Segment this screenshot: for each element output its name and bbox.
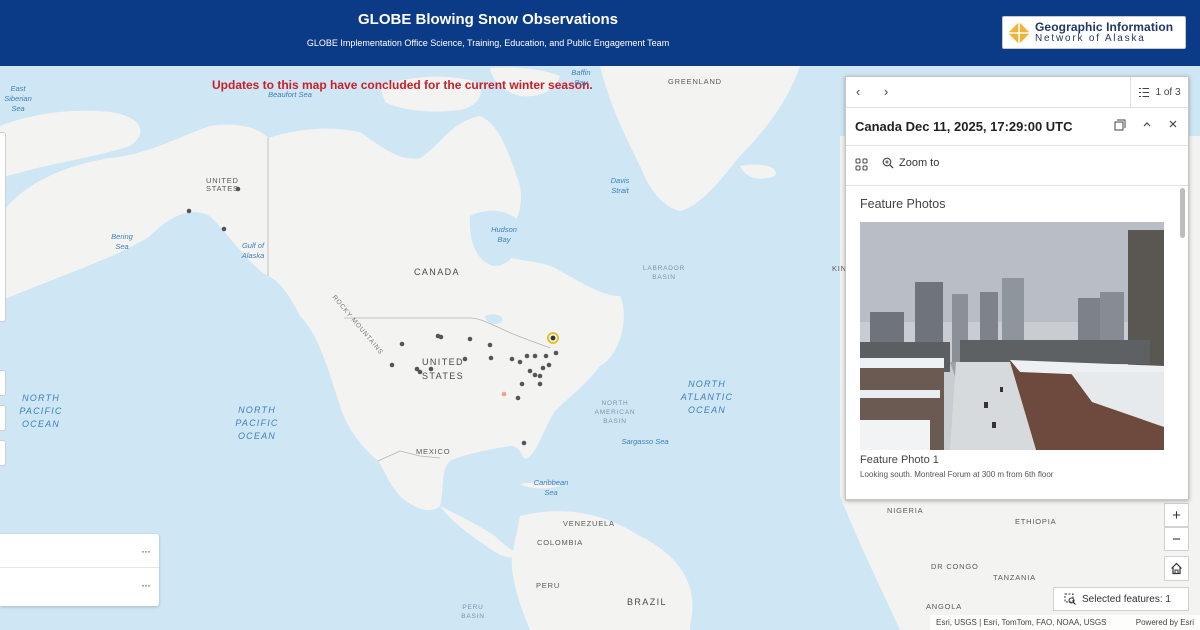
label-davis-strait: Davis Strait <box>610 176 630 195</box>
popup-content: Feature Photos Feature Photo 1 Looking s… <box>846 186 1188 499</box>
left-tool-2[interactable] <box>0 405 6 431</box>
montreal-snow-photo <box>860 222 1164 450</box>
feature-count: 1 of 3 <box>1155 86 1181 98</box>
label-angola: ANGOLA <box>926 602 963 611</box>
feature-photo[interactable] <box>860 222 1164 450</box>
label-north-pacific-ocean-east: NORTH PACIFIC OCEAN <box>235 405 279 441</box>
next-feature-button[interactable]: › <box>884 84 888 99</box>
label-ethiopia: ETHIOPIA <box>1015 517 1057 526</box>
photo-name: Feature Photo 1 <box>860 454 939 466</box>
app-subtitle: GLOBE Implementation Office Science, Tra… <box>306 38 670 48</box>
popup-title: Canada Dec 11, 2025, 17:29:00 UTC <box>855 119 1073 134</box>
left-tool-1[interactable] <box>0 370 6 396</box>
feature-photos-heading: Feature Photos <box>860 197 946 211</box>
feature-popup: ‹ › 1 of 3 Canada Dec 11, 2025, 17:29:00… <box>845 76 1189 500</box>
selected-features-label: Selected features: 1 <box>1082 593 1171 605</box>
logo-line-2: Network of Alaska <box>1035 32 1146 44</box>
label-gulf-of-alaska: Gulf of Alaska <box>241 241 265 260</box>
label-united-states-ak: UNITED STATES <box>206 176 239 193</box>
popup-actions: Zoom to <box>846 146 1188 186</box>
label-caribbean-sea: Caribbean Sea <box>533 478 569 497</box>
select-feature-button[interactable] <box>855 158 868 176</box>
powered-by-esri[interactable]: Powered by Esri <box>1136 618 1194 627</box>
label-colombia: COLOMBIA <box>537 538 583 547</box>
close-icon <box>1169 120 1177 128</box>
label-canada: CANADA <box>414 267 460 277</box>
dock-button[interactable] <box>1114 119 1126 134</box>
label-north-american-basin: NORTH AMERICAN BASIN <box>594 400 636 425</box>
home-icon <box>1171 562 1182 575</box>
zoom-to-button[interactable]: Zoom to <box>882 157 939 169</box>
label-greenland: GREENLAND <box>668 77 722 86</box>
app-header: GLOBE Blowing Snow Observations GLOBE Im… <box>0 0 1200 66</box>
label-labrador-basin: LABRADOR BASIN <box>642 265 686 281</box>
logo-line-1: Geographic Information <box>1035 19 1174 34</box>
left-tool-3[interactable] <box>0 440 6 466</box>
selected-features-button[interactable]: Selected features: 1 <box>1053 587 1189 611</box>
attribution-text: Esri, USGS | Esri, TomTom, FAO, NOAA, US… <box>936 618 1107 627</box>
label-north-atlantic-ocean: NORTH ATLANTIC OCEAN <box>680 379 734 415</box>
label-baffin-bay: Baffin Bay <box>571 68 591 87</box>
label-tanzania: TANZANIA <box>993 573 1036 582</box>
zoom-out-button[interactable]: − <box>1164 527 1189 551</box>
photo-description: Looking south. Montreal Forum at 300 m f… <box>860 470 1054 479</box>
feature-count-button[interactable]: 1 of 3 <box>1130 77 1188 107</box>
left-panel-edge[interactable] <box>0 132 6 322</box>
label-united-states: UNITED STATES <box>422 357 465 381</box>
home-button[interactable] <box>1164 556 1189 581</box>
zoom-to-label: Zoom to <box>899 157 940 169</box>
label-north-pacific-ocean-west: NORTH PACIFIC OCEAN <box>19 393 63 429</box>
grid-icon <box>855 158 868 171</box>
layer-options-button[interactable]: ··· <box>141 578 151 592</box>
label-bering-sea: Bering Sea <box>111 232 133 251</box>
list-icon <box>1139 87 1150 97</box>
label-sargasso-sea: Sargasso Sea <box>621 437 669 446</box>
layer-options-button[interactable]: ··· <box>141 544 151 558</box>
layer-row[interactable]: ··· <box>0 570 159 602</box>
label-dr-congo: DR CONGO <box>931 562 979 571</box>
label-hudson-bay: Hudson Bay <box>491 225 517 244</box>
label-beaufort-sea: Beaufort Sea <box>268 90 312 99</box>
label-east-siberian-sea: East Siberian Sea <box>4 84 32 113</box>
previous-feature-button[interactable]: ‹ <box>856 84 860 99</box>
gina-diamond-icon <box>1008 21 1030 44</box>
map-attribution: Esri, USGS | Esri, TomTom, FAO, NOAA, US… <box>930 615 1200 630</box>
close-button[interactable] <box>1168 119 1178 132</box>
label-brazil: BRAZIL <box>627 597 667 607</box>
layer-row[interactable]: ··· <box>0 536 159 568</box>
chevron-up-icon <box>1143 122 1151 127</box>
label-peru: PERU <box>536 581 561 590</box>
dock-icon <box>1114 119 1126 131</box>
gina-logo[interactable]: Geographic Information Network of Alaska <box>1002 16 1186 49</box>
popup-scrollbar[interactable] <box>1180 188 1185 238</box>
selection-icon <box>1064 593 1076 605</box>
zoom-to-icon <box>882 157 894 169</box>
popup-nav: ‹ › 1 of 3 <box>846 77 1188 108</box>
layer-list: ··· ··· <box>0 534 159 606</box>
label-nigeria: NIGERIA <box>887 506 924 515</box>
label-mexico: MEXICO <box>416 447 451 456</box>
collapse-button[interactable] <box>1142 119 1152 132</box>
label-venezuela: VENEZUELA <box>563 519 615 528</box>
app-title: GLOBE Blowing Snow Observations <box>357 11 619 28</box>
popup-header: Canada Dec 11, 2025, 17:29:00 UTC <box>846 108 1188 146</box>
zoom-in-button[interactable]: + <box>1164 503 1189 527</box>
label-peru-basin: PERU BASIN <box>461 604 485 620</box>
